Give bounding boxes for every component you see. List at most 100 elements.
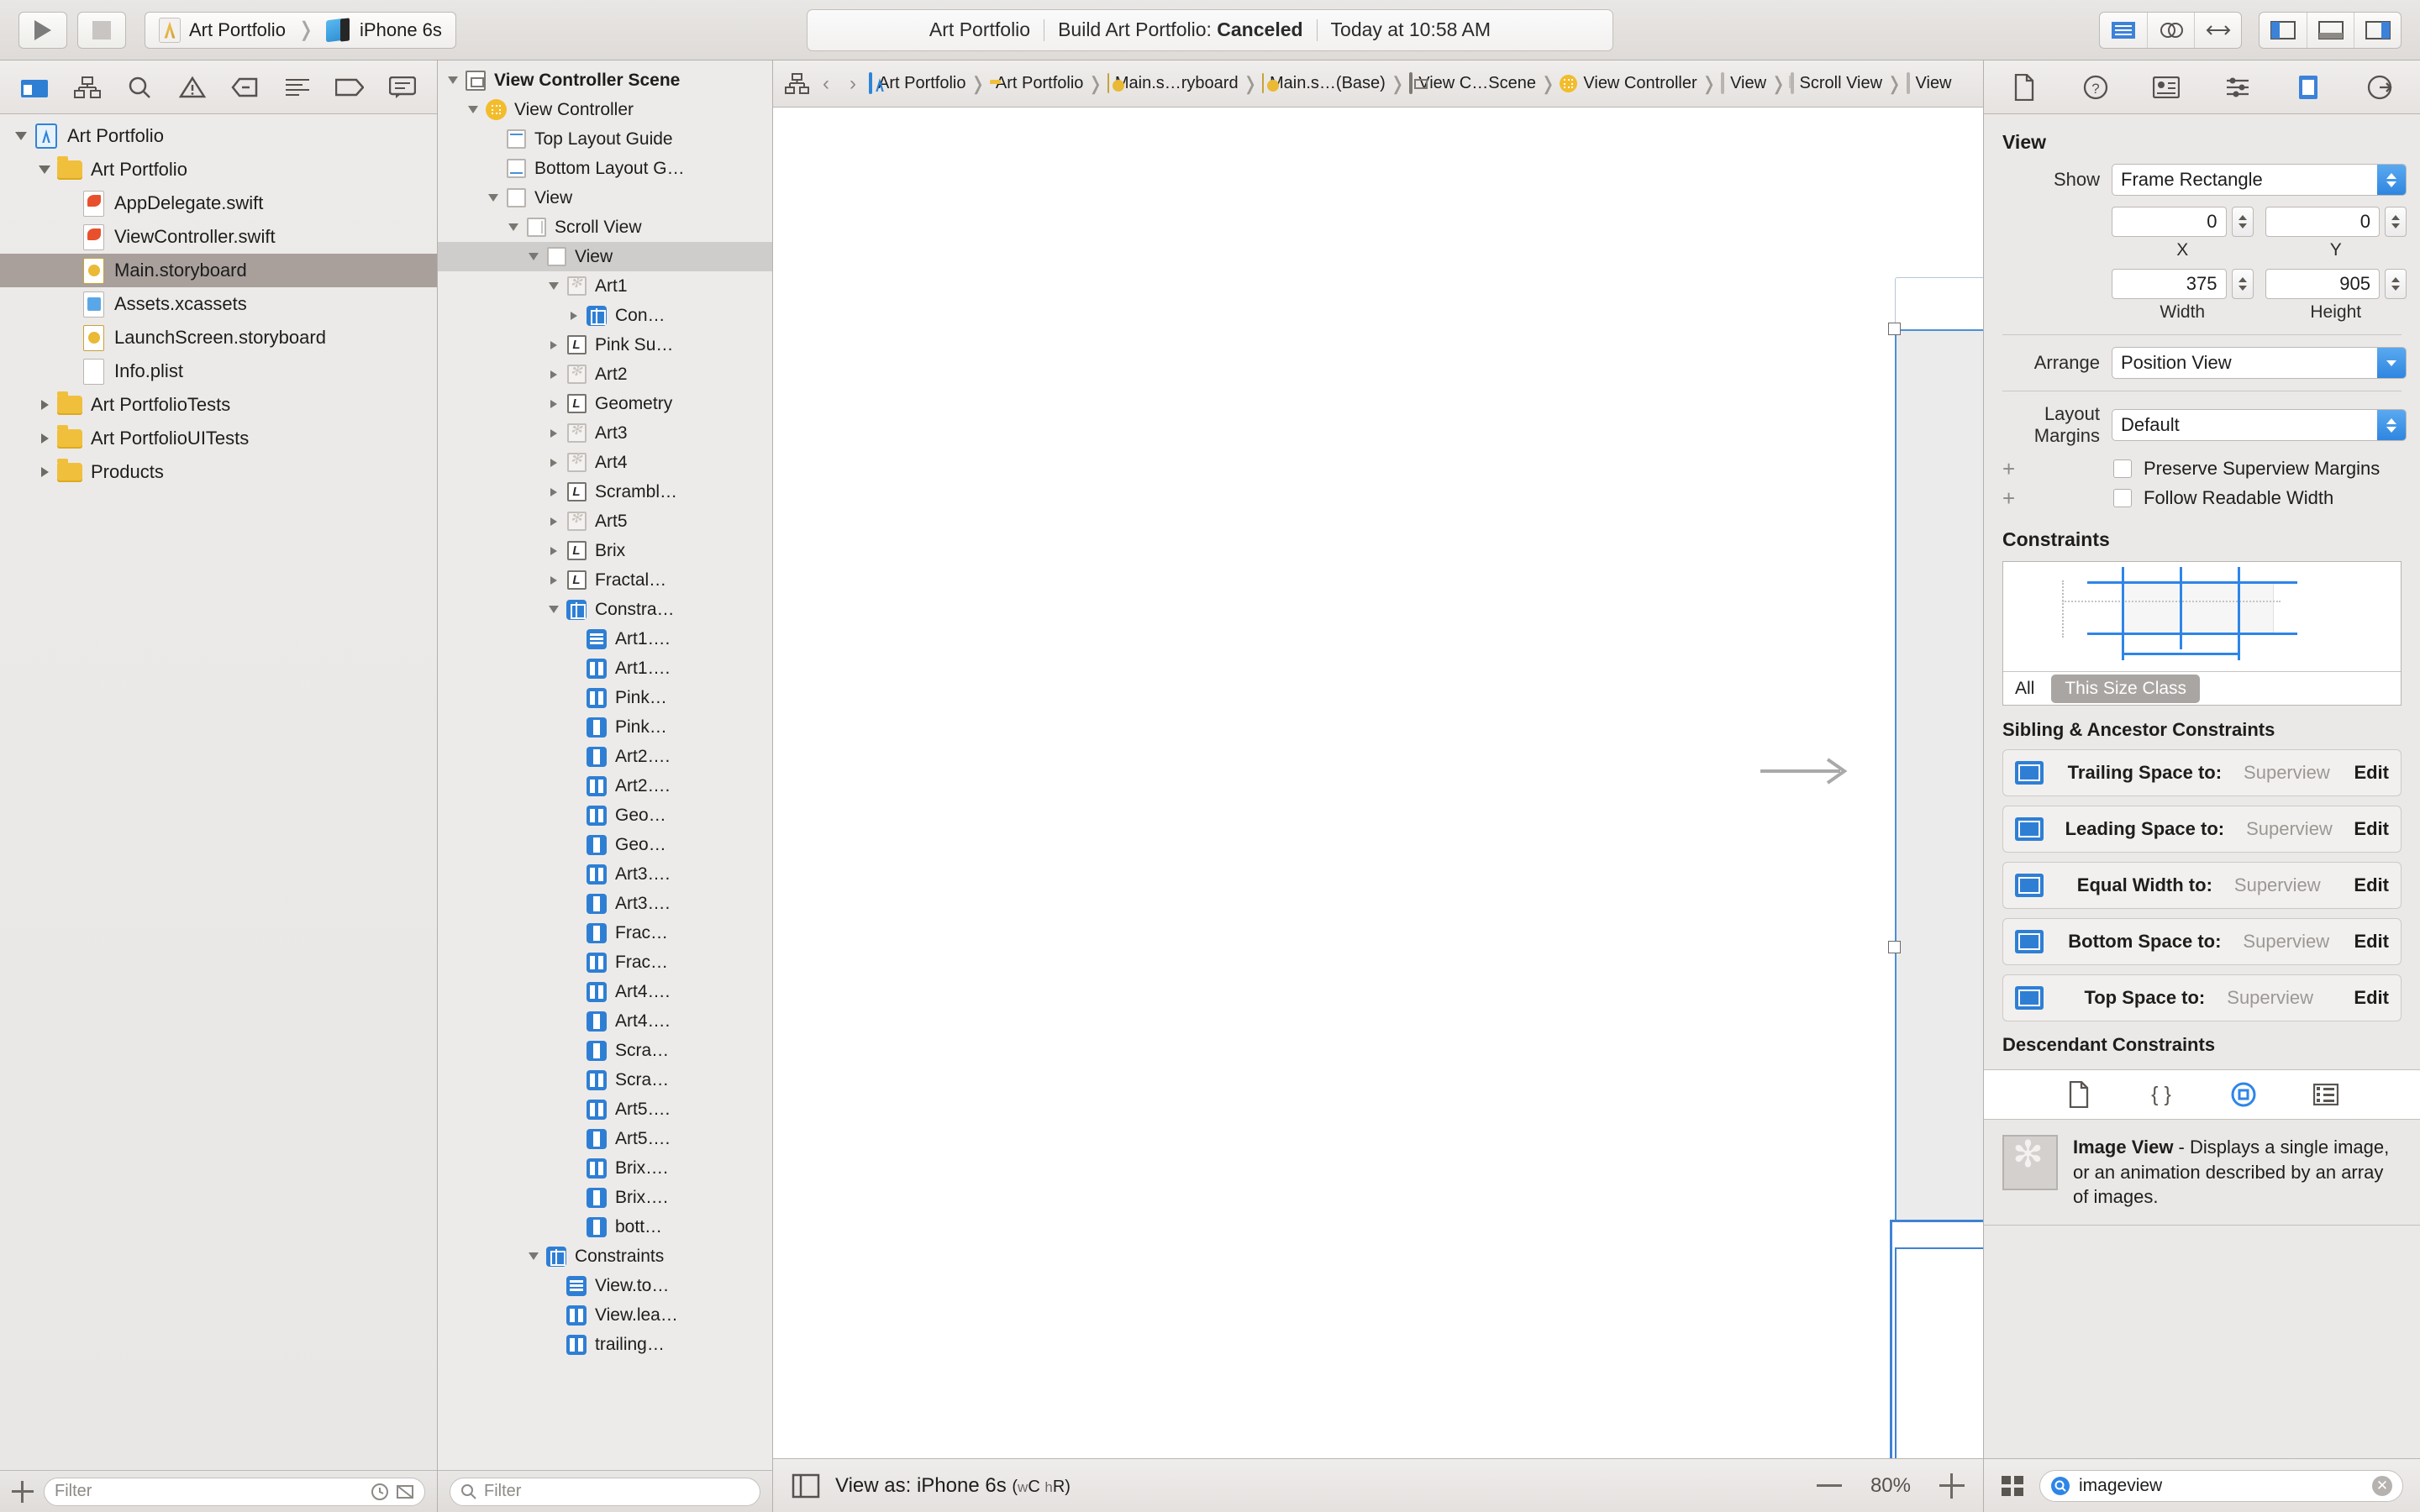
outline-item-25[interactable]: Geo… — [438, 801, 772, 830]
scope-all-button[interactable]: All — [2003, 679, 2046, 699]
disclosure-triangle[interactable] — [523, 1252, 544, 1260]
disclosure-triangle[interactable] — [34, 400, 55, 410]
outline-item-13[interactable]: Art4 — [438, 448, 772, 477]
run-button[interactable] — [18, 12, 67, 49]
follow-readable-checkbox[interactable] — [2113, 489, 2132, 507]
outline-item-7[interactable]: Art1 — [438, 271, 772, 301]
breadcrumb-item-6[interactable]: View — [1721, 74, 1766, 93]
disclosure-triangle[interactable] — [34, 165, 55, 174]
editor-assistant-button[interactable] — [2147, 13, 2194, 48]
disclosure-triangle[interactable] — [544, 341, 564, 349]
disclosure-triangle[interactable] — [544, 370, 564, 379]
preserve-superview-checkbox[interactable] — [2113, 459, 2132, 478]
outline-item-40[interactable]: Constraints — [438, 1242, 772, 1271]
outline-item-22[interactable]: Pink… — [438, 712, 772, 742]
editor-standard-button[interactable] — [2100, 13, 2147, 48]
outline-item-34[interactable]: Scra… — [438, 1065, 772, 1095]
disclosure-triangle[interactable] — [544, 429, 564, 438]
jump-forward-button[interactable]: › — [842, 72, 864, 96]
tab-identity-inspector[interactable] — [2148, 71, 2185, 104]
width-field[interactable]: 375 — [2112, 269, 2227, 299]
outline-item-41[interactable]: View.to… — [438, 1271, 772, 1300]
media-library-icon[interactable] — [2307, 1078, 2344, 1111]
outline-item-26[interactable]: Geo… — [438, 830, 772, 859]
resize-handle-mid-left[interactable] — [1888, 941, 1901, 953]
y-field[interactable]: 0 — [2265, 207, 2381, 237]
tab-quick-help-inspector[interactable]: ? — [2077, 71, 2114, 104]
outline-item-35[interactable]: Art5…. — [438, 1095, 772, 1124]
x-field[interactable]: 0 — [2112, 207, 2227, 237]
sidebar-item-9[interactable]: Art PortfolioUITests — [0, 422, 437, 455]
toggle-utilities-button[interactable] — [2354, 13, 2401, 48]
tab-find-navigator[interactable] — [121, 71, 158, 104]
tab-connections-inspector[interactable] — [2361, 71, 2398, 104]
toggle-debug-button[interactable] — [2307, 13, 2354, 48]
scheme-selector[interactable]: Art Portfolio ❭ iPhone 6s — [145, 12, 456, 49]
stop-button[interactable] — [77, 12, 126, 49]
constraint-edit-button[interactable]: Edit — [2354, 818, 2389, 840]
outline-item-9[interactable]: LPink Su… — [438, 330, 772, 360]
breadcrumb-item-8[interactable]: View — [1907, 74, 1952, 93]
tab-project-navigator[interactable] — [16, 71, 53, 104]
navigator-filter-field[interactable]: Filter — [44, 1478, 425, 1506]
layout-margins-popup[interactable]: Default — [2112, 409, 2407, 441]
height-stepper[interactable] — [2385, 269, 2407, 299]
sidebar-item-4[interactable]: Main.storyboard — [0, 254, 437, 287]
sidebar-item-7[interactable]: Info.plist — [0, 354, 437, 388]
disclosure-triangle[interactable] — [544, 282, 564, 290]
disclosure-triangle[interactable] — [544, 547, 564, 555]
breadcrumb-item-0[interactable]: Art Portfolio — [869, 74, 965, 93]
clear-search-icon[interactable]: ✕ — [2372, 1476, 2392, 1496]
status-bar[interactable]: Art Portfolio Build Art Portfolio: Cance… — [807, 9, 1613, 51]
outline-item-4[interactable]: View — [438, 183, 772, 213]
outline-item-20[interactable]: Art1…. — [438, 654, 772, 683]
outline-item-3[interactable]: Bottom Layout G… — [438, 154, 772, 183]
outline-item-1[interactable]: View Controller — [438, 95, 772, 124]
disclosure-triangle[interactable] — [544, 517, 564, 526]
constraint-edit-button[interactable]: Edit — [2354, 931, 2389, 953]
constraint-edit-button[interactable]: Edit — [2354, 762, 2389, 784]
outline-item-38[interactable]: Brix…. — [438, 1183, 772, 1212]
breadcrumb-item-7[interactable]: Scroll View — [1791, 74, 1883, 93]
show-popup[interactable]: Frame Rectangle — [2112, 164, 2407, 196]
sidebar-item-5[interactable]: Assets.xcassets — [0, 287, 437, 321]
outline-item-42[interactable]: View.lea… — [438, 1300, 772, 1330]
add-variation-icon-1[interactable]: + — [2002, 458, 2021, 480]
breadcrumb-item-2[interactable]: Main.s…ryboard — [1107, 74, 1239, 93]
disclosure-triangle[interactable] — [544, 576, 564, 585]
disclosure-triangle[interactable] — [564, 312, 584, 320]
object-library-icon[interactable] — [2225, 1078, 2262, 1111]
outline-item-8[interactable]: Con… — [438, 301, 772, 330]
outline-item-33[interactable]: Scra… — [438, 1036, 772, 1065]
project-file-tree[interactable]: Art PortfolioArt PortfolioAppDelegate.sw… — [0, 114, 437, 1470]
constraint-row-0[interactable]: Trailing Space to:SuperviewEdit — [2002, 749, 2402, 796]
disclosure-triangle[interactable] — [523, 253, 544, 260]
outline-item-0[interactable]: View Controller Scene — [438, 66, 772, 95]
view-as-label[interactable]: View as: iPhone 6s (wC hR) — [835, 1474, 1071, 1498]
tab-test-navigator[interactable] — [226, 71, 263, 104]
disclosure-triangle[interactable] — [463, 106, 483, 113]
library-search-field[interactable]: imageview ✕ — [2039, 1470, 2403, 1502]
disclosure-triangle[interactable] — [443, 76, 463, 84]
outline-item-15[interactable]: Art5 — [438, 507, 772, 536]
view-controller-scene[interactable]: 1 Pink SunglassesGeometryFractal Beard — [1895, 277, 1983, 1458]
document-outline-tree[interactable]: View Controller SceneView ControllerTop … — [438, 60, 772, 1470]
outline-item-19[interactable]: Art1…. — [438, 624, 772, 654]
sidebar-item-2[interactable]: AppDelegate.swift — [0, 186, 437, 220]
disclosure-triangle[interactable] — [544, 606, 564, 613]
breadcrumb-item-5[interactable]: View Controller — [1560, 74, 1697, 93]
scope-this-size-class-button[interactable]: This Size Class — [2051, 675, 2200, 703]
y-stepper[interactable] — [2385, 207, 2407, 237]
outline-item-21[interactable]: Pink… — [438, 683, 772, 712]
disclosure-triangle[interactable] — [483, 194, 503, 202]
tab-file-inspector[interactable] — [2006, 71, 2043, 104]
library-list-mode-icon[interactable] — [2001, 1474, 2026, 1498]
tab-source-control-navigator[interactable] — [69, 71, 106, 104]
outline-item-18[interactable]: Constra… — [438, 595, 772, 624]
related-items-icon[interactable] — [785, 73, 810, 95]
height-field[interactable]: 905 — [2265, 269, 2381, 299]
constraint-row-4[interactable]: Top Space to:SuperviewEdit — [2002, 974, 2402, 1021]
disclosure-triangle[interactable] — [34, 467, 55, 477]
outline-item-39[interactable]: bott… — [438, 1212, 772, 1242]
sidebar-item-1[interactable]: Art Portfolio — [0, 153, 437, 186]
